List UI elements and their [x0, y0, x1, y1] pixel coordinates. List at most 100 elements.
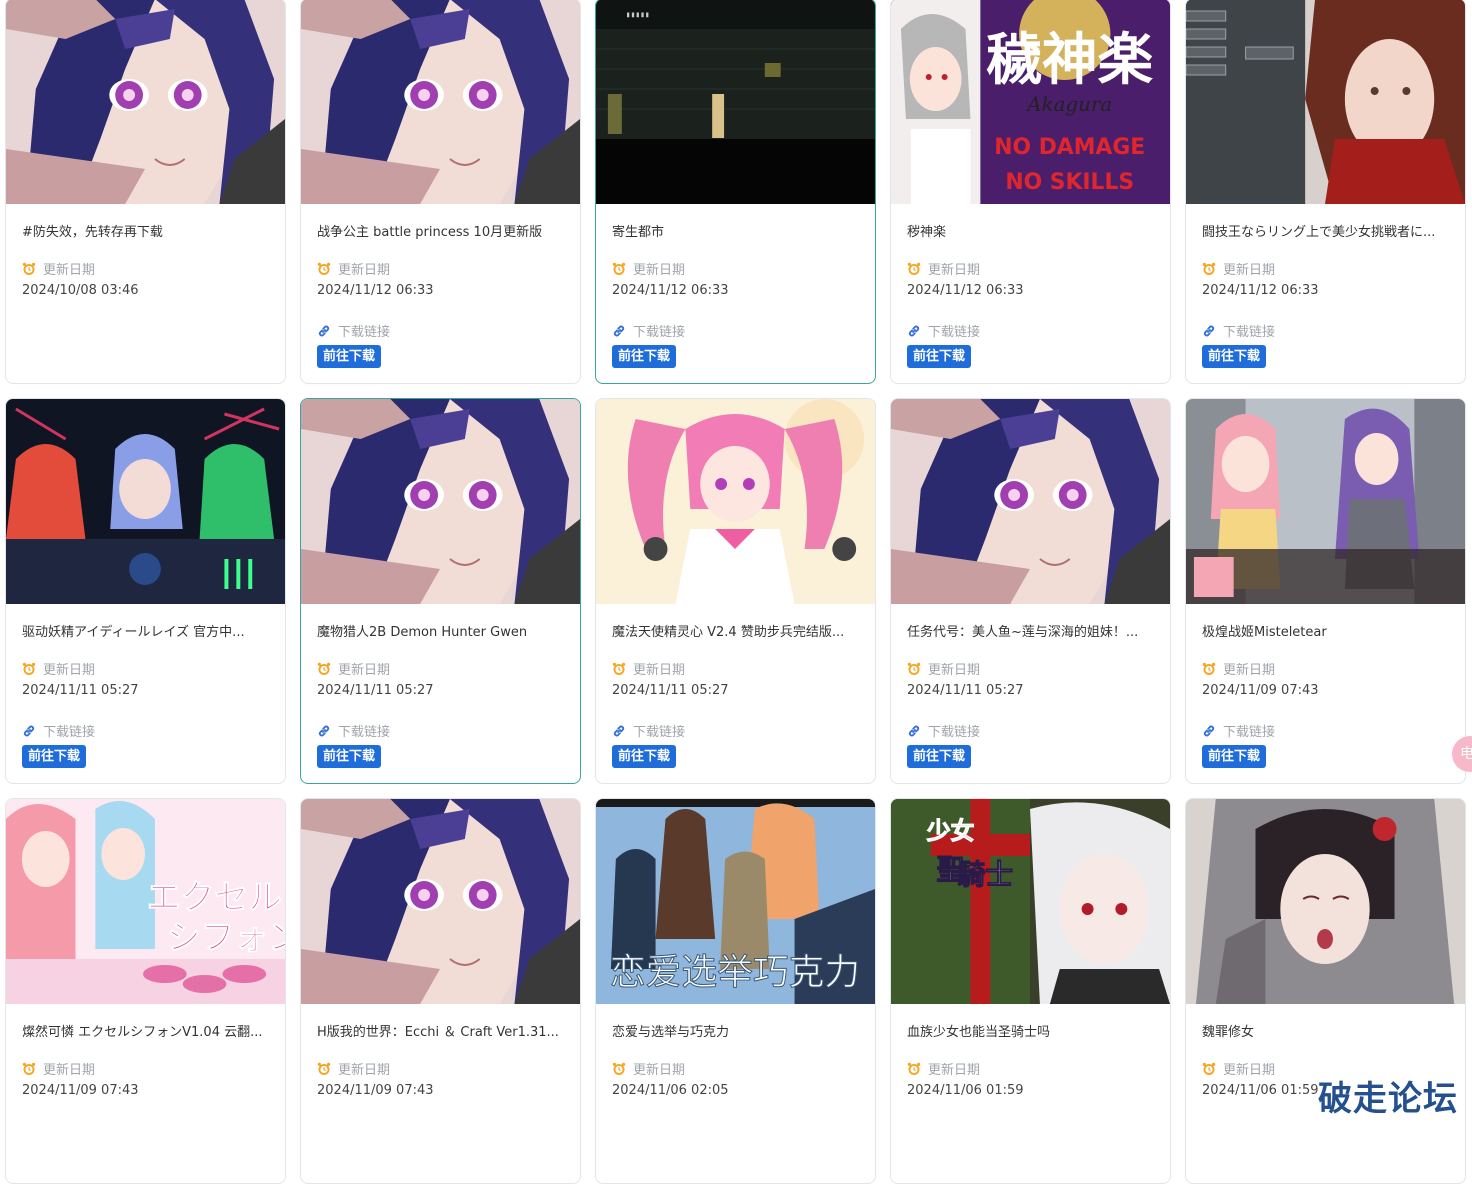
go-download-button[interactable]: 前往下载	[907, 745, 972, 768]
update-date-label-row: 更新日期	[22, 659, 95, 678]
game-card[interactable]: #防失效，先转存再下载 更新日期 2024/10/08 03:46	[5, 0, 286, 384]
cover-image[interactable]	[1186, 799, 1465, 1004]
card-title[interactable]: #防失效，先转存再下载	[22, 221, 273, 240]
cover-image[interactable]	[1186, 0, 1465, 204]
link-icon	[907, 324, 921, 338]
go-download-button[interactable]: 前往下载	[1202, 745, 1267, 768]
alarm-clock-icon	[907, 1062, 921, 1076]
go-download-button[interactable]: 前往下载	[317, 745, 382, 768]
card-title[interactable]: H版我的世界：Ecchi ＆ Craft Ver1.31...	[317, 1021, 568, 1040]
card-title[interactable]: 任务代号：美人鱼~莲与深海的姐妹！...	[907, 621, 1158, 640]
go-download-button[interactable]: 前往下载	[907, 345, 972, 368]
game-card[interactable]: 驱动妖精アイディールレイズ 官方中... 更新日期 2024/11/11 05:…	[5, 398, 286, 784]
game-card[interactable]: 闘技王ならリング上で美少女挑戦者に... 更新日期 2024/11/12 06:…	[1185, 0, 1466, 384]
game-card[interactable]: 战争公主 battle princess 10月更新版 更新日期 2024/11…	[300, 0, 581, 384]
update-date-label-row: 更新日期	[612, 659, 685, 678]
game-card[interactable]: 恋爱选举巧克力 恋爱与选举与巧克力 更新日期 2024/11/06 02:05	[595, 798, 876, 1184]
game-card-grid: #防失效，先转存再下载 更新日期 2024/10/08 03:46 战争公主 b…	[0, 0, 1472, 1184]
site-watermark: 破走论坛	[1318, 1079, 1458, 1119]
update-date-value: 2024/11/11 05:27	[612, 683, 729, 698]
cover-image[interactable]: ▮▮▮▮▮	[596, 0, 875, 204]
card-title[interactable]: 寄生都市	[612, 221, 863, 240]
game-card[interactable]: H版我的世界：Ecchi ＆ Craft Ver1.31... 更新日期 202…	[300, 798, 581, 1184]
update-date-value: 2024/11/09 07:43	[22, 1083, 139, 1098]
card-title[interactable]: 魏罪修女	[1202, 1021, 1453, 1040]
card-title[interactable]: 燦然可憐 エクセルシフォンV1.04 云翻...	[22, 1021, 273, 1040]
download-link-label-row: 下载链接	[907, 321, 980, 340]
update-date-label-row: 更新日期	[317, 259, 390, 278]
cover-image[interactable]	[301, 0, 580, 204]
game-card[interactable]: 魔物猎人2B Demon Hunter Gwen 更新日期 2024/11/11…	[300, 398, 581, 784]
alarm-clock-icon	[317, 1062, 331, 1076]
update-date-label: 更新日期	[633, 663, 686, 678]
cover-image[interactable]: 穢神楽 Akagura NO DAMAGE NO SKILLS	[891, 0, 1170, 204]
cover-image[interactable]: 少女 聖 騎士	[891, 799, 1170, 1004]
game-card[interactable]: 任务代号：美人鱼~莲与深海的姐妹！... 更新日期 2024/11/11 05:…	[890, 398, 1171, 784]
svg-text:少女: 少女	[927, 817, 975, 845]
update-date-value: 2024/11/06 02:05	[612, 1083, 729, 1098]
link-icon	[1202, 724, 1216, 738]
download-link-label-row: 下载链接	[612, 721, 685, 740]
game-card[interactable]: 少女 聖 騎士 血族少女也能当圣骑士吗 更新日期 2024/11/06 01:5…	[890, 798, 1171, 1184]
game-card[interactable]: 魏罪修女 更新日期 2024/11/06 01:59	[1185, 798, 1466, 1184]
go-download-button[interactable]: 前往下载	[22, 745, 87, 768]
card-title[interactable]: 极煌战姬Misteletear	[1202, 621, 1453, 640]
update-date-value: 2024/11/09 07:43	[317, 1083, 434, 1098]
download-link-label-row: 下载链接	[1202, 721, 1275, 740]
update-date-label: 更新日期	[43, 263, 96, 278]
go-download-button[interactable]: 前往下载	[612, 745, 677, 768]
alarm-clock-icon	[907, 662, 921, 676]
game-card[interactable]: ▮▮▮▮▮ 寄生都市 更新日期 2024/11/12 06:33 下载链接 前往…	[595, 0, 876, 384]
link-icon	[22, 724, 36, 738]
card-title[interactable]: 战争公主 battle princess 10月更新版	[317, 221, 568, 240]
card-title[interactable]: 驱动妖精アイディールレイズ 官方中...	[22, 621, 273, 640]
update-date-value: 2024/11/12 06:33	[612, 283, 729, 298]
cover-image[interactable]: エクセル シフォン	[6, 799, 285, 1004]
cover-image[interactable]	[596, 399, 875, 604]
svg-text:Akagura: Akagura	[1025, 93, 1112, 116]
update-date-label: 更新日期	[43, 663, 96, 678]
svg-text:恋爱选举巧克力: 恋爱选举巧克力	[610, 952, 860, 993]
cover-image[interactable]	[301, 799, 580, 1004]
download-link-label: 下载链接	[43, 725, 96, 740]
update-date-label: 更新日期	[1223, 1063, 1276, 1078]
link-icon	[612, 324, 626, 338]
update-date-label-row: 更新日期	[907, 259, 980, 278]
update-date-label: 更新日期	[43, 1063, 96, 1078]
card-title[interactable]: 魔物猎人2B Demon Hunter Gwen	[317, 621, 568, 640]
cover-image[interactable]	[6, 399, 285, 604]
game-card[interactable]: 极煌战姬Misteletear 更新日期 2024/11/09 07:43 下载…	[1185, 398, 1466, 784]
svg-text:NO SKILLS: NO SKILLS	[1005, 170, 1134, 195]
game-card[interactable]: エクセル シフォン 燦然可憐 エクセルシフォンV1.04 云翻... 更新日期 …	[5, 798, 286, 1184]
cover-image[interactable]	[1186, 399, 1465, 604]
update-date-label: 更新日期	[1223, 263, 1276, 278]
download-link-label: 下载链接	[633, 725, 686, 740]
download-link-label: 下载链接	[633, 325, 686, 340]
go-download-button[interactable]: 前往下载	[612, 345, 677, 368]
go-download-button[interactable]: 前往下载	[317, 345, 382, 368]
alarm-clock-icon	[1202, 262, 1216, 276]
cover-image[interactable]	[891, 399, 1170, 604]
alarm-clock-icon	[612, 1062, 626, 1076]
cover-image[interactable]	[301, 399, 580, 604]
card-title[interactable]: 秽神楽	[907, 221, 1158, 240]
card-title[interactable]: 恋爱与选举与巧克力	[612, 1021, 863, 1040]
cover-image[interactable]: 恋爱选举巧克力	[596, 799, 875, 1004]
card-title[interactable]: 血族少女也能当圣骑士吗	[907, 1021, 1158, 1040]
svg-text:NO DAMAGE: NO DAMAGE	[994, 135, 1145, 160]
update-date-label-row: 更新日期	[22, 259, 95, 278]
card-title[interactable]: 闘技王ならリング上で美少女挑戦者に...	[1202, 221, 1453, 240]
alarm-clock-icon	[1202, 662, 1216, 676]
update-date-label: 更新日期	[928, 1063, 981, 1078]
update-date-value: 2024/11/11 05:27	[317, 683, 434, 698]
card-title[interactable]: 魔法天使精灵心 V2.4 赞助步兵完结版...	[612, 621, 863, 640]
cover-image[interactable]	[6, 0, 285, 204]
update-date-label: 更新日期	[338, 663, 391, 678]
game-card[interactable]: 穢神楽 Akagura NO DAMAGE NO SKILLS 秽神楽 更新日期…	[890, 0, 1171, 384]
alarm-clock-icon	[317, 262, 331, 276]
game-card[interactable]: 魔法天使精灵心 V2.4 赞助步兵完结版... 更新日期 2024/11/11 …	[595, 398, 876, 784]
update-date-value: 2024/10/08 03:46	[22, 283, 139, 298]
download-link-label-row: 下载链接	[317, 721, 390, 740]
update-date-label: 更新日期	[928, 263, 981, 278]
go-download-button[interactable]: 前往下载	[1202, 345, 1267, 368]
